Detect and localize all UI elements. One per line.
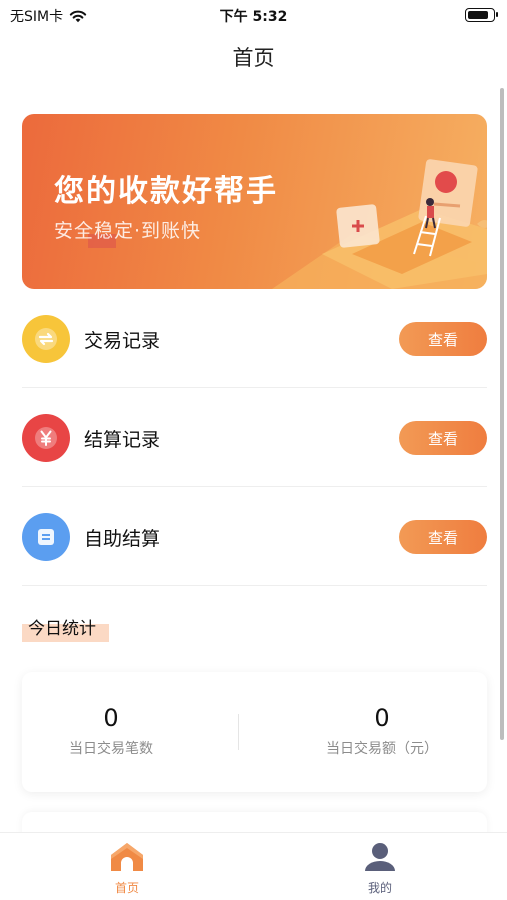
menu-row-transactions[interactable]: 交易记录 查看 <box>22 290 487 388</box>
divider <box>22 585 487 586</box>
menu-row-settlements[interactable]: 结算记录 查看 <box>22 389 487 487</box>
view-transactions-button[interactable]: 查看 <box>399 322 487 356</box>
tab-label: 我的 <box>367 881 392 895</box>
section-title-text: 今日统计 <box>28 619 96 639</box>
battery-level <box>468 11 488 19</box>
scrollbar[interactable] <box>500 88 504 740</box>
exchange-icon <box>22 315 70 363</box>
stat-label: 当日交易额（元） <box>326 741 438 757</box>
stat-label: 当日交易笔数 <box>69 741 153 757</box>
divider <box>22 486 487 487</box>
user-icon <box>365 843 395 871</box>
battery-icon <box>465 8 498 22</box>
tab-home[interactable]: 首页 <box>97 841 157 896</box>
stats-card: 0 当日交易笔数 0 当日交易额（元） <box>22 672 487 792</box>
menu-row-self-settlement[interactable]: 自助结算 查看 <box>22 488 487 586</box>
view-settlements-button[interactable]: 查看 <box>399 421 487 455</box>
stat-transaction-count: 0 当日交易笔数 <box>0 704 227 758</box>
yuan-icon <box>22 414 70 462</box>
divider <box>22 387 487 388</box>
menu-label: 自助结算 <box>84 527 161 550</box>
menu-label: 结算记录 <box>84 428 161 451</box>
tab-bar: 首页 我的 <box>0 832 507 900</box>
status-time: 下午 5:32 <box>219 9 288 25</box>
view-self-settlement-button[interactable]: 查看 <box>399 520 487 554</box>
page-title: 首页 <box>232 46 275 70</box>
tab-profile[interactable]: 我的 <box>350 841 410 896</box>
banner-subtitle: 安全稳定·到账快 <box>54 220 202 242</box>
stat-divider <box>238 714 239 750</box>
stat-transaction-amount: 0 当日交易额（元） <box>266 704 498 758</box>
stat-value: 0 <box>103 704 119 732</box>
document-icon <box>22 513 70 561</box>
tab-label: 首页 <box>114 881 139 895</box>
menu-label: 交易记录 <box>84 329 161 352</box>
banner-title: 您的收款好帮手 <box>54 174 278 209</box>
stat-value: 0 <box>374 704 390 732</box>
section-title-today-stats: 今日统计 <box>22 614 109 642</box>
promo-banner[interactable]: 您的收款好帮手 安全稳定·到账快 <box>22 114 487 289</box>
status-bar: 无SIM卡 下午 5:32 <box>0 0 507 30</box>
home-icon <box>111 843 143 871</box>
